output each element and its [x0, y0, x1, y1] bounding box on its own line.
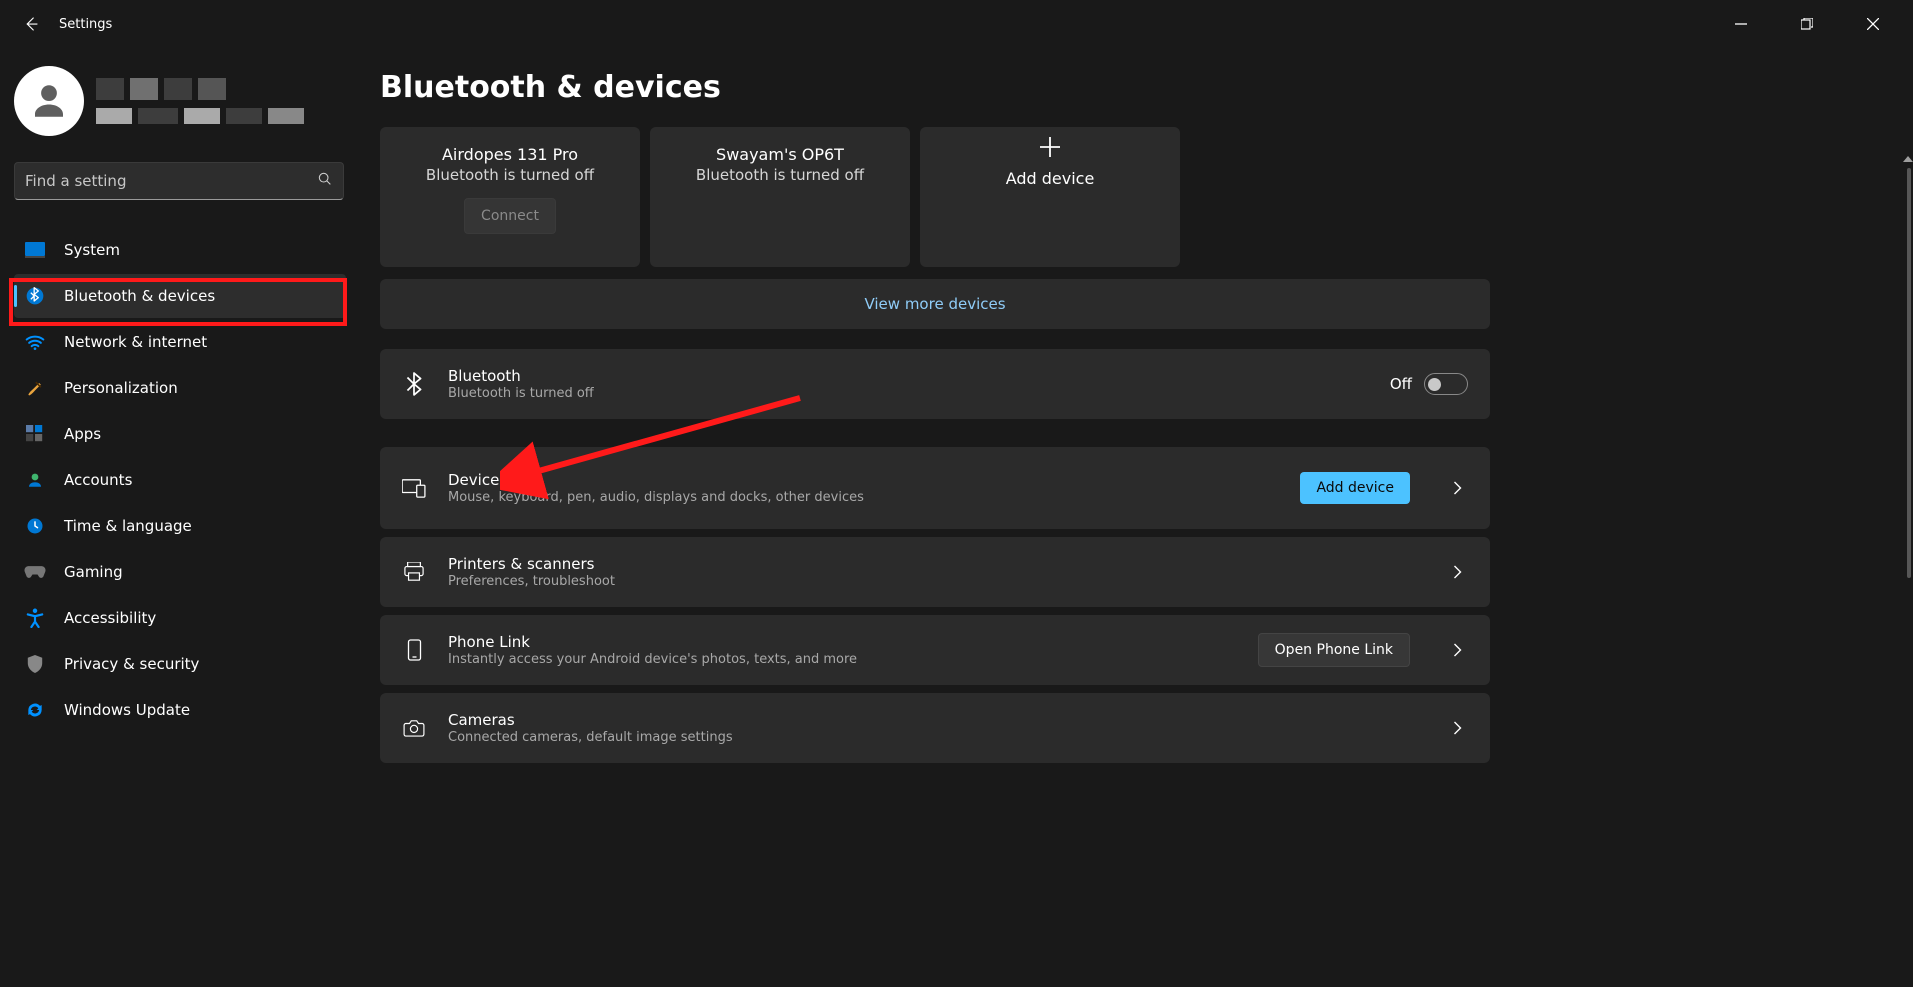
- minimize-button[interactable]: [1721, 8, 1761, 40]
- view-more-devices[interactable]: View more devices: [380, 279, 1490, 329]
- phone-icon: [402, 639, 426, 661]
- chevron-right-icon: [1446, 721, 1468, 735]
- chevron-right-icon: [1446, 643, 1468, 657]
- devices-row[interactable]: Devices Mouse, keyboard, pen, audio, dis…: [380, 447, 1490, 529]
- plus-icon: [1040, 137, 1060, 157]
- shield-icon: [24, 653, 46, 675]
- nav-label: Gaming: [64, 563, 123, 581]
- wifi-icon: [24, 331, 46, 353]
- printers-scanners-row[interactable]: Printers & scanners Preferences, trouble…: [380, 537, 1490, 607]
- nav-label: Apps: [64, 425, 101, 443]
- nav-label: Privacy & security: [64, 655, 199, 673]
- maximize-button[interactable]: [1787, 8, 1827, 40]
- camera-icon: [402, 719, 426, 737]
- setting-subtitle: Instantly access your Android device's p…: [448, 652, 1236, 667]
- setting-subtitle: Bluetooth is turned off: [448, 386, 1368, 401]
- nav-bluetooth-devices[interactable]: Bluetooth & devices: [14, 274, 346, 318]
- connect-button[interactable]: Connect: [464, 198, 556, 234]
- main-content: Bluetooth & devices Airdopes 131 Pro Blu…: [360, 48, 1913, 987]
- apps-icon: [24, 423, 46, 445]
- view-more-link[interactable]: View more devices: [864, 295, 1005, 313]
- scrollbar[interactable]: [1907, 168, 1911, 578]
- device-card-op6t[interactable]: Swayam's OP6T Bluetooth is turned off: [650, 127, 910, 267]
- brush-icon: [24, 377, 46, 399]
- setting-title: Printers & scanners: [448, 555, 1410, 573]
- nav-label: Time & language: [64, 517, 192, 535]
- setting-title: Bluetooth: [448, 367, 1368, 385]
- nav-label: Accounts: [64, 471, 132, 489]
- setting-title: Phone Link: [448, 633, 1236, 651]
- close-button[interactable]: [1853, 8, 1893, 40]
- sidebar: System Bluetooth & devices Network & int…: [0, 48, 360, 987]
- bluetooth-toggle[interactable]: [1424, 373, 1468, 395]
- bluetooth-toggle-row: Bluetooth Bluetooth is turned off Off: [380, 349, 1490, 419]
- device-status: Bluetooth is turned off: [696, 166, 864, 184]
- nav-label: Bluetooth & devices: [64, 287, 215, 305]
- profile-name-redacted: [96, 78, 304, 124]
- system-icon: [24, 239, 46, 261]
- nav-accessibility[interactable]: Accessibility: [14, 596, 346, 640]
- app-title: Settings: [59, 17, 112, 32]
- chevron-right-icon: [1446, 565, 1468, 579]
- device-status: Bluetooth is turned off: [426, 166, 594, 184]
- nav-system[interactable]: System: [14, 228, 346, 272]
- avatar: [14, 66, 84, 136]
- nav-label: Windows Update: [64, 701, 190, 719]
- setting-subtitle: Connected cameras, default image setting…: [448, 730, 1410, 745]
- gaming-icon: [24, 561, 46, 583]
- printer-icon: [402, 562, 426, 582]
- chevron-right-icon: [1446, 481, 1468, 495]
- search-input[interactable]: [25, 172, 317, 190]
- bluetooth-glyph-icon: [402, 372, 426, 396]
- title-bar: Settings: [0, 0, 1913, 48]
- nav-apps[interactable]: Apps: [14, 412, 346, 456]
- nav-windows-update[interactable]: Windows Update: [14, 688, 346, 732]
- nav-privacy[interactable]: Privacy & security: [14, 642, 346, 686]
- search-icon: [317, 171, 333, 191]
- device-name: Swayam's OP6T: [716, 145, 844, 164]
- nav: System Bluetooth & devices Network & int…: [14, 228, 346, 732]
- open-phone-link-button[interactable]: Open Phone Link: [1258, 633, 1410, 667]
- nav-label: Personalization: [64, 379, 178, 397]
- setting-subtitle: Mouse, keyboard, pen, audio, displays an…: [448, 490, 1278, 505]
- profile-section[interactable]: [14, 66, 346, 136]
- phone-link-row[interactable]: Phone Link Instantly access your Android…: [380, 615, 1490, 685]
- nav-accounts[interactable]: Accounts: [14, 458, 346, 502]
- add-device-button[interactable]: Add device: [1300, 472, 1410, 504]
- add-device-label: Add device: [1006, 169, 1095, 188]
- nav-time-language[interactable]: Time & language: [14, 504, 346, 548]
- nav-gaming[interactable]: Gaming: [14, 550, 346, 594]
- nav-network[interactable]: Network & internet: [14, 320, 346, 364]
- toggle-state-label: Off: [1390, 375, 1412, 393]
- devices-icon: [402, 478, 426, 498]
- scrollbar-up-icon[interactable]: [1903, 156, 1913, 162]
- add-device-card[interactable]: Add device: [920, 127, 1180, 267]
- back-button[interactable]: [15, 8, 47, 40]
- page-title: Bluetooth & devices: [380, 70, 1889, 105]
- setting-subtitle: Preferences, troubleshoot: [448, 574, 1410, 589]
- nav-personalization[interactable]: Personalization: [14, 366, 346, 410]
- setting-title: Devices: [448, 471, 1278, 489]
- update-icon: [24, 699, 46, 721]
- nav-label: Accessibility: [64, 609, 156, 627]
- bluetooth-icon: [24, 285, 46, 307]
- person-icon: [24, 469, 46, 491]
- accessibility-icon: [24, 607, 46, 629]
- setting-title: Cameras: [448, 711, 1410, 729]
- device-name: Airdopes 131 Pro: [442, 145, 578, 164]
- search-field[interactable]: [14, 162, 344, 200]
- clock-icon: [24, 515, 46, 537]
- nav-label: System: [64, 241, 120, 259]
- device-card-airdopes[interactable]: Airdopes 131 Pro Bluetooth is turned off…: [380, 127, 640, 267]
- device-cards-row: Airdopes 131 Pro Bluetooth is turned off…: [380, 127, 1490, 267]
- nav-label: Network & internet: [64, 333, 207, 351]
- cameras-row[interactable]: Cameras Connected cameras, default image…: [380, 693, 1490, 763]
